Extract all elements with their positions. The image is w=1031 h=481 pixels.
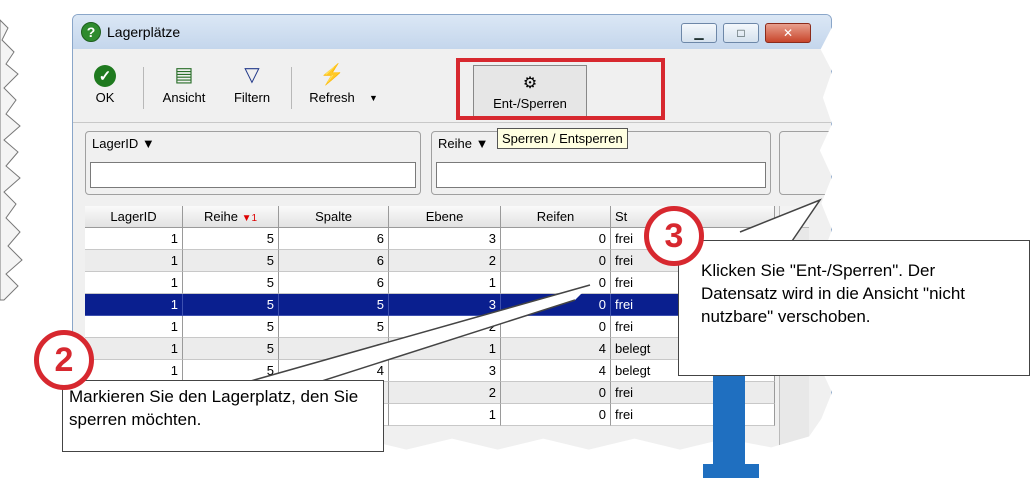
callout-2-box: Markieren Sie den Lagerplatz, den Sie sp… bbox=[62, 380, 384, 452]
step-2-badge: 2 bbox=[34, 330, 94, 390]
callout-2-text: Markieren Sie den Lagerplatz, den Sie sp… bbox=[69, 387, 359, 429]
callout-3-box: Klicken Sie "Ent-/Sperren". Der Datensat… bbox=[678, 240, 1030, 376]
step-3-badge: 3 bbox=[644, 206, 704, 266]
callout-2-pointer bbox=[239, 284, 591, 389]
callout-3-text: Klicken Sie "Ent-/Sperren". Der Datensat… bbox=[701, 261, 965, 326]
callout-3-pointer bbox=[739, 198, 823, 245]
